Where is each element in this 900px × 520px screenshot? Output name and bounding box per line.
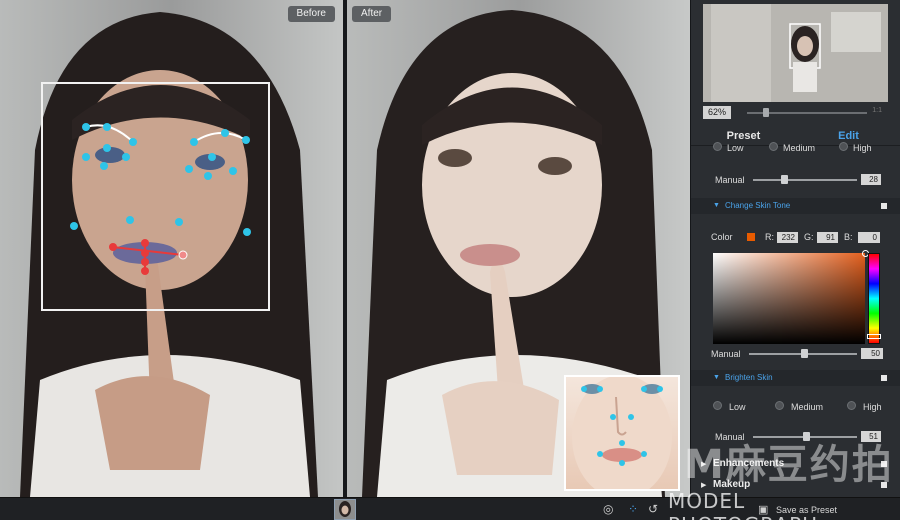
- filmstrip-thumbnail[interactable]: [334, 499, 356, 520]
- r-label: R:: [765, 232, 774, 242]
- landmark-point: [204, 172, 212, 180]
- radio-high-label: High: [853, 143, 872, 153]
- lip-marker: [141, 267, 149, 275]
- radio-low[interactable]: [713, 401, 722, 410]
- expand-arrow-icon[interactable]: ▼: [713, 202, 720, 209]
- landmark-point: [175, 218, 183, 226]
- manual-slider-handle[interactable]: [801, 349, 808, 358]
- b-label: B:: [844, 232, 853, 242]
- color-swatch[interactable]: [747, 233, 755, 241]
- radio-high-label: High: [863, 402, 882, 412]
- watermark-logo: M麻豆约拍: [684, 442, 894, 488]
- landmark-point: [208, 153, 216, 161]
- landmark-point: [190, 138, 198, 146]
- manual-slider[interactable]: [753, 179, 857, 181]
- section-title: Brighten Skin: [725, 373, 773, 382]
- expand-arrow-icon[interactable]: ▼: [713, 374, 720, 381]
- hue-slider-handle[interactable]: [867, 334, 881, 339]
- color-picker-field[interactable]: [713, 250, 869, 344]
- section-brighten-skin[interactable]: ▼ Brighten Skin: [691, 370, 900, 386]
- g-value[interactable]: 91: [817, 232, 838, 243]
- zoom-slider-handle[interactable]: [763, 108, 769, 117]
- radio-high[interactable]: [839, 142, 848, 151]
- zoom-control: 62% 1:1: [703, 106, 888, 120]
- manual-value[interactable]: 50: [861, 348, 883, 359]
- manual-label: Manual: [715, 175, 745, 185]
- manual-label: Manual: [711, 349, 741, 359]
- face-mask-icon[interactable]: ◎: [603, 503, 613, 515]
- photo-editor-window: Before After 62% 1:1 Preset Edit Low Med…: [0, 0, 900, 520]
- landmark-point: [122, 153, 130, 161]
- brighten-radio-row: Low Medium High: [691, 401, 900, 413]
- color-label: Color: [711, 232, 733, 242]
- b-value[interactable]: 0: [858, 232, 880, 243]
- zoom-value[interactable]: 62%: [703, 106, 731, 119]
- face-landmarks-overlay[interactable]: [0, 0, 343, 497]
- manual-slider-handle[interactable]: [781, 175, 788, 184]
- landmark-point: [103, 123, 111, 131]
- landmark-point: [100, 162, 108, 170]
- section-toggle-checkbox[interactable]: [881, 375, 887, 381]
- section-toggle-checkbox[interactable]: [881, 203, 887, 209]
- r-value[interactable]: 232: [777, 232, 798, 243]
- hue-slider[interactable]: [868, 253, 880, 344]
- landmark-point: [82, 153, 90, 161]
- landmark-point: [243, 228, 251, 236]
- skin-color-row: Color R: 232 G: 91 B: 0: [691, 232, 900, 244]
- manual-slider-row: Manual 50: [691, 347, 900, 361]
- before-image-pane: Before: [0, 0, 343, 497]
- radio-medium[interactable]: [775, 401, 784, 410]
- landmark-point: [229, 167, 237, 175]
- reset-icon[interactable]: ↺: [648, 503, 658, 515]
- landmark-points-icon[interactable]: ⁘: [628, 503, 638, 515]
- navigator-preview[interactable]: [703, 4, 888, 102]
- landmark-point: [221, 129, 229, 137]
- g-label: G:: [804, 232, 814, 242]
- manual-slider-row: Manual 28: [691, 173, 900, 187]
- lip-marker: [109, 243, 117, 251]
- radio-low-label: Low: [727, 143, 744, 153]
- landmark-point: [129, 138, 137, 146]
- lip-marker: [141, 249, 149, 257]
- landmark-point: [82, 123, 90, 131]
- strength-radio-row: Low Medium High: [691, 142, 900, 156]
- radio-medium-label: Medium: [783, 143, 816, 153]
- reference-face-inset: [564, 375, 680, 491]
- radio-medium[interactable]: [769, 142, 778, 151]
- lip-marker: [141, 258, 149, 266]
- section-title: Change Skin Tone: [725, 201, 791, 210]
- manual-value[interactable]: 28: [861, 174, 881, 185]
- edit-panel: 62% 1:1 Preset Edit Low Medium High Manu…: [690, 0, 900, 497]
- radio-high[interactable]: [847, 401, 856, 410]
- landmark-point: [185, 165, 193, 173]
- before-label: Before: [287, 6, 335, 22]
- watermark-text: MODEL PHOTOGRAPH: [668, 489, 817, 520]
- landmark-point: [242, 136, 250, 144]
- lip-marker-selected: [178, 250, 188, 260]
- landmark-point: [70, 222, 78, 230]
- lip-marker: [141, 239, 149, 247]
- landmark-point: [126, 216, 134, 224]
- landmark-point: [103, 144, 111, 152]
- after-label: After: [352, 6, 392, 22]
- section-change-skin-tone[interactable]: ▼ Change Skin Tone: [691, 198, 900, 214]
- radio-low-label: Low: [729, 402, 746, 412]
- zoom-max-icon[interactable]: 1:1: [872, 107, 882, 114]
- radio-low[interactable]: [713, 142, 722, 151]
- radio-medium-label: Medium: [791, 402, 824, 412]
